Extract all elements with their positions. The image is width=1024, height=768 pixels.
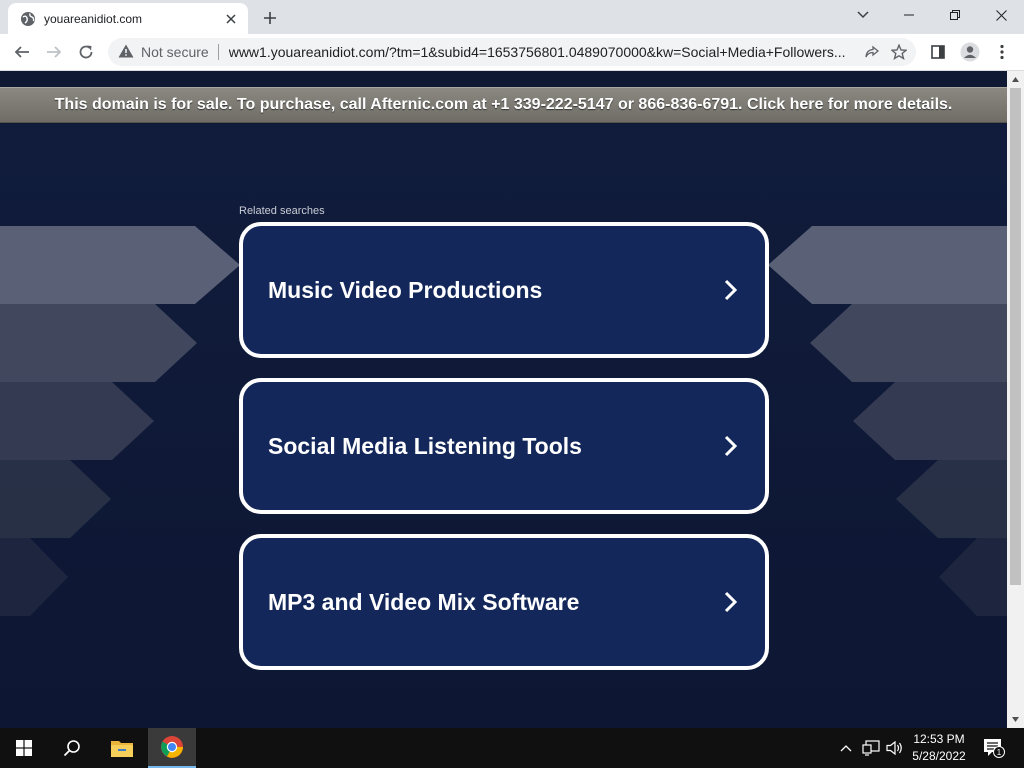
- url-text[interactable]: www1.youareanidiot.com/?tm=1&subid4=1653…: [229, 44, 849, 60]
- address-bar[interactable]: Not secure www1.youareanidiot.com/?tm=1&…: [108, 38, 916, 66]
- vertical-scrollbar[interactable]: [1007, 71, 1024, 728]
- related-searches-label: Related searches: [239, 205, 325, 217]
- scroll-down-icon[interactable]: [1007, 711, 1024, 728]
- related-search-link[interactable]: MP3 and Video Mix Software: [239, 534, 769, 670]
- reload-icon[interactable]: [72, 38, 100, 66]
- chevron-up-icon[interactable]: [836, 728, 856, 768]
- related-search-link[interactable]: Social Media Listening Tools: [239, 378, 769, 514]
- security-indicator[interactable]: Not secure: [118, 44, 209, 61]
- tab-strip: youareanidiot.com: [0, 0, 1024, 34]
- notification-center-icon[interactable]: 1: [980, 728, 1008, 768]
- search-icon[interactable]: [48, 728, 96, 768]
- tab-search-icon[interactable]: [848, 4, 878, 26]
- domain-sale-banner[interactable]: This domain is for sale. To purchase, ca…: [0, 87, 1007, 123]
- omnibox-divider: [217, 44, 219, 60]
- tab-title: youareanidiot.com: [44, 11, 143, 26]
- related-search-link[interactable]: Music Video Productions: [239, 222, 769, 358]
- notification-count: 1: [997, 748, 1002, 757]
- clock-time: 12:53 PM: [913, 732, 965, 746]
- chevron-right-icon: [711, 426, 751, 466]
- windows-taskbar: 12:53 PM 5/28/2022 1: [0, 728, 1024, 768]
- chevron-right-icon: [711, 582, 751, 622]
- related-search-label: Music Video Productions: [268, 276, 543, 303]
- related-search-label: MP3 and Video Mix Software: [268, 588, 580, 615]
- browser-toolbar: Not secure www1.youareanidiot.com/?tm=1&…: [0, 34, 1024, 71]
- clock-date: 5/28/2022: [912, 749, 966, 763]
- close-window-icon[interactable]: [978, 0, 1024, 30]
- page-viewport: This domain is for sale. To purchase, ca…: [0, 71, 1007, 728]
- forward-icon[interactable]: [40, 38, 68, 66]
- omnibox-actions: [860, 41, 910, 63]
- back-icon[interactable]: [8, 38, 36, 66]
- close-tab-icon[interactable]: [220, 8, 242, 30]
- scrollbar-thumb[interactable]: [1010, 88, 1021, 585]
- banner-text: This domain is for sale. To purchase, ca…: [54, 96, 953, 113]
- chrome-taskbar-icon[interactable]: [148, 728, 196, 768]
- menu-kebab-icon[interactable]: [988, 38, 1016, 66]
- side-panel-icon[interactable]: [924, 38, 952, 66]
- browser-tab[interactable]: youareanidiot.com: [8, 3, 248, 34]
- start-windows-icon[interactable]: [0, 728, 48, 768]
- warning-icon: [118, 44, 134, 61]
- system-clock[interactable]: 12:53 PM 5/28/2022: [906, 731, 972, 765]
- file-explorer-icon[interactable]: [98, 728, 146, 768]
- window-controls: [886, 0, 1024, 30]
- network-icon[interactable]: [860, 728, 882, 768]
- restore-icon[interactable]: [932, 0, 978, 30]
- chevron-right-icon: [711, 270, 751, 310]
- related-search-label: Social Media Listening Tools: [268, 432, 582, 459]
- globe-icon: [20, 11, 36, 27]
- share-icon[interactable]: [860, 41, 882, 63]
- new-tab-button[interactable]: [256, 6, 284, 30]
- profile-avatar-icon[interactable]: [956, 38, 984, 66]
- minimize-icon[interactable]: [886, 0, 932, 30]
- security-label: Not secure: [141, 44, 209, 60]
- volume-icon[interactable]: [884, 728, 906, 768]
- scroll-up-icon[interactable]: [1007, 71, 1024, 88]
- bookmark-star-icon[interactable]: [888, 41, 910, 63]
